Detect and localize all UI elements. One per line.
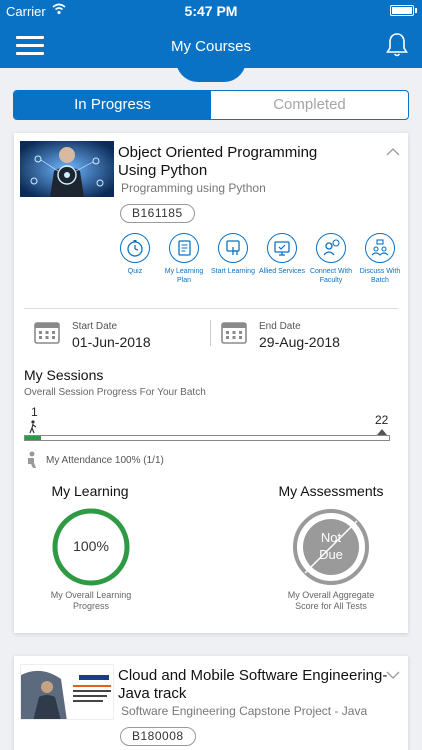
quiz-button[interactable]: Quiz: [111, 233, 159, 276]
batch-badge: B180008: [120, 727, 196, 746]
session-progress-bar: [24, 435, 390, 441]
course-subtitle: Programming using Python: [121, 181, 266, 195]
sessions-total: 22: [375, 413, 389, 427]
learning-progress-ring[interactable]: 100%: [51, 507, 131, 587]
tab-completed[interactable]: Completed: [211, 91, 408, 119]
action-label: Discuss With Batch: [359, 268, 401, 284]
faculty-chat-icon: [316, 233, 346, 263]
touch-screen-icon: [218, 233, 248, 263]
page-title: My Courses: [170, 38, 252, 55]
assessments-title: My Assessments: [278, 483, 384, 499]
learning-caption: My Overall Learning Progress: [50, 590, 132, 611]
chevron-down-icon[interactable]: [386, 670, 400, 680]
course-subtitle: Software Engineering Capstone Project - …: [121, 704, 368, 718]
assessments-caption: My Overall Aggregate Score for All Tests: [287, 590, 375, 611]
end-date-value: 29-Aug-2018: [259, 334, 340, 350]
chevron-up-icon[interactable]: [386, 147, 400, 157]
assessment-value: Not Due: [319, 530, 343, 562]
course-status-tabs: In Progress Completed: [13, 90, 409, 120]
learning-value: 100%: [73, 538, 109, 554]
clock: 5:47 PM: [184, 3, 238, 19]
walker-icon: [29, 420, 37, 434]
learning-plan-button[interactable]: My Learning Plan: [160, 233, 208, 285]
course-title[interactable]: Object Oriented Programming Using Python: [118, 144, 358, 180]
batch-badge: B161185: [120, 204, 195, 223]
tab-in-progress[interactable]: In Progress: [14, 91, 211, 119]
action-label: My Learning Plan: [164, 268, 204, 284]
allied-services-button[interactable]: Allied Services: [258, 233, 306, 276]
notebook-icon: [169, 233, 199, 263]
divider: [24, 308, 398, 309]
start-learning-button[interactable]: Start Learning: [209, 233, 257, 276]
status-bar: Carrier 5:47 PM: [0, 0, 422, 22]
connect-faculty-button[interactable]: Connect With Faculty: [307, 233, 355, 285]
course-title[interactable]: Cloud and Mobile Software Engineering- J…: [118, 667, 388, 703]
discuss-batch-button[interactable]: Discuss With Batch: [356, 233, 404, 285]
sessions-subtitle: Overall Session Progress For Your Batch: [24, 387, 206, 398]
attendance-icon: [28, 451, 36, 468]
course-thumbnail: [20, 664, 114, 720]
action-label: Start Learning: [211, 268, 255, 275]
progress-end-marker: [377, 429, 387, 435]
course-thumbnail: [20, 141, 114, 197]
sessions-title: My Sessions: [24, 367, 104, 383]
assessment-score-ring[interactable]: Not Due: [291, 507, 371, 587]
action-label: Allied Services: [259, 268, 305, 275]
date-separator: [210, 320, 211, 346]
bell-icon[interactable]: [386, 32, 408, 58]
course-card: Object Oriented Programming Using Python…: [14, 133, 408, 633]
start-date-label: Start Date: [72, 321, 118, 332]
battery-icon: [390, 5, 414, 16]
attendance-text: My Attendance 100% (1/1): [46, 455, 164, 466]
group-icon: [365, 233, 395, 263]
course-actions: Quiz My Learning Plan Start Learning All…: [14, 233, 408, 303]
nav-notch: [176, 60, 246, 82]
action-label: Quiz: [127, 268, 143, 275]
learning-title: My Learning: [51, 483, 129, 499]
start-date-value: 01-Jun-2018: [72, 334, 151, 350]
sessions-done: 1: [31, 405, 38, 419]
end-date-label: End Date: [259, 321, 301, 332]
course-card: Cloud and Mobile Software Engineering- J…: [14, 656, 408, 750]
monitor-icon: [267, 233, 297, 263]
stopwatch-icon: [120, 233, 150, 263]
session-progress-fill: [25, 436, 42, 440]
calendar-icon: [221, 322, 247, 344]
calendar-icon: [34, 322, 60, 344]
action-label: Connect With Faculty: [309, 268, 353, 284]
